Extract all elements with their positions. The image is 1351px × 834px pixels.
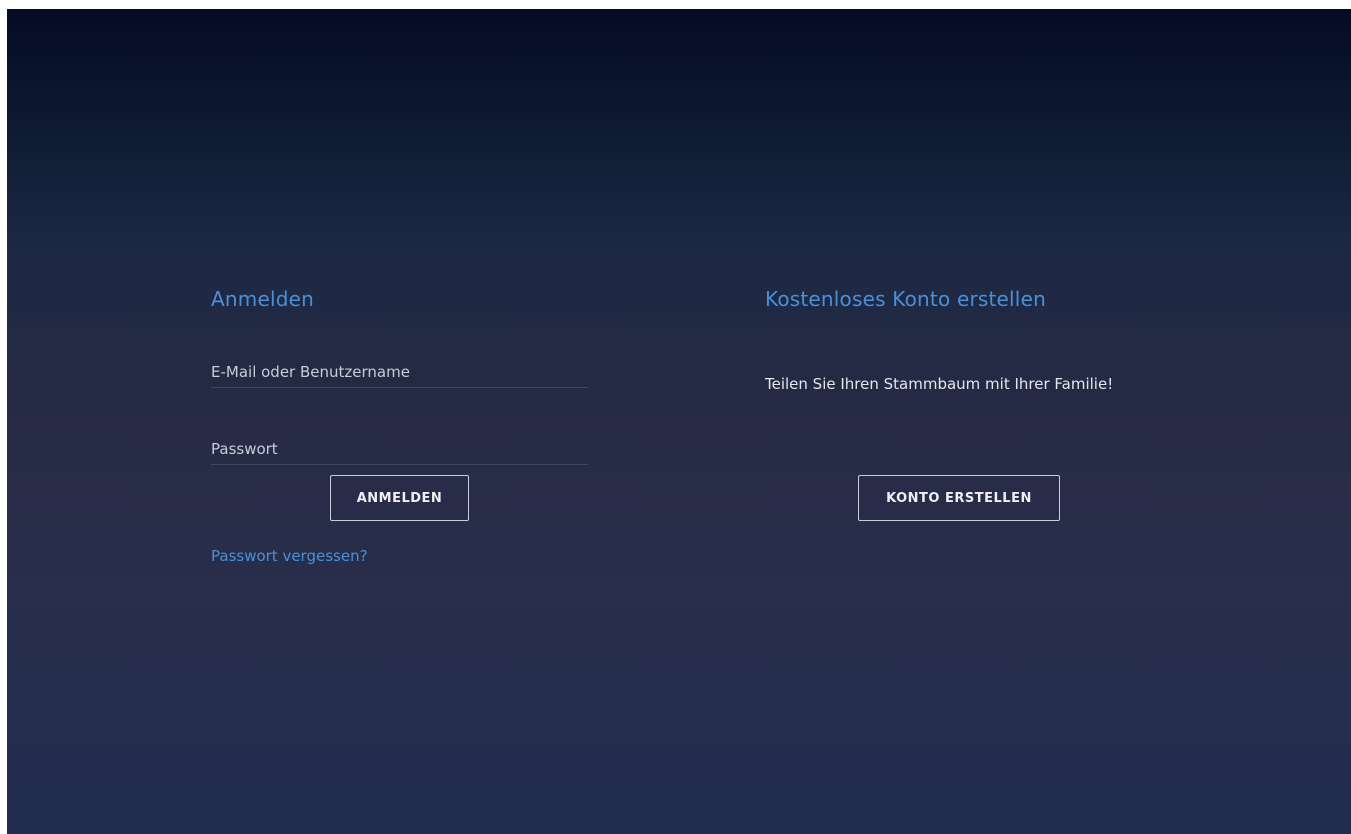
login-button[interactable]: ANMELDEN [330, 475, 469, 521]
signup-tagline: Teilen Sie Ihren Stammbaum mit Ihrer Fam… [765, 375, 1114, 393]
page-background: Anmelden ANMELDEN Passwort vergessen? Ko… [7, 9, 1351, 834]
email-field[interactable] [211, 357, 588, 387]
forgot-password-link[interactable]: Passwort vergessen? [211, 547, 368, 565]
password-field[interactable] [211, 434, 588, 464]
password-field-wrapper [211, 434, 588, 465]
signup-heading: Kostenloses Konto erstellen [765, 287, 1046, 311]
login-heading: Anmelden [211, 287, 314, 311]
email-field-wrapper [211, 357, 588, 388]
create-account-button[interactable]: KONTO ERSTELLEN [858, 475, 1060, 521]
